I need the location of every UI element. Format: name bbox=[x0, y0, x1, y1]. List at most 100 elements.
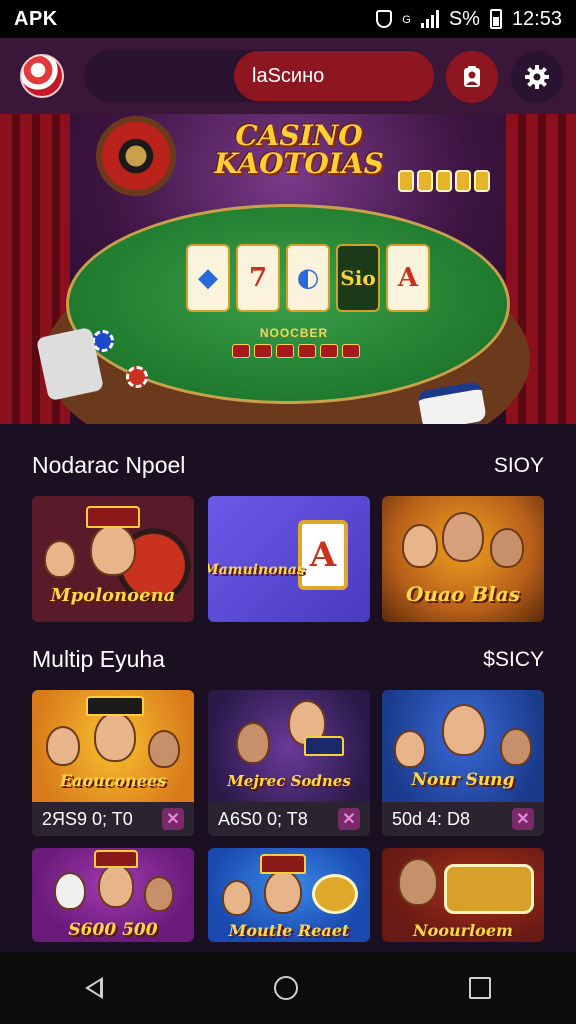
battery-percent: S% bbox=[448, 7, 480, 30]
game-title: Mejrec Sodnes bbox=[227, 772, 351, 790]
search-input[interactable]: lаSсинo bbox=[234, 51, 434, 101]
profile-button[interactable] bbox=[446, 51, 498, 103]
character-face bbox=[442, 512, 484, 562]
character-face bbox=[222, 880, 252, 916]
section-header-2: Multip Eyuha $SICY bbox=[32, 646, 544, 673]
reel-5: A bbox=[386, 244, 430, 312]
character-face bbox=[90, 524, 136, 576]
game-tile[interactable]: Noourloem bbox=[382, 848, 544, 942]
hero-banner[interactable]: CASINO KAOTOIAS ◆ 7 ◐ Sio A NOOCBER bbox=[0, 114, 576, 424]
character-face bbox=[54, 872, 86, 910]
hero-title-line2: KAOTOIAS bbox=[214, 147, 384, 180]
game-art: Eaouconees 2ЯS9 0; T0 ✕ bbox=[32, 690, 194, 836]
recents-icon[interactable] bbox=[468, 977, 491, 999]
game-tile[interactable]: Eaouconees 2ЯS9 0; T0 ✕ bbox=[32, 690, 194, 836]
back-icon[interactable] bbox=[85, 977, 104, 999]
slot-reels: ◆ 7 ◐ Sio A bbox=[186, 244, 430, 312]
character-hat bbox=[94, 850, 138, 868]
reel-4: Sio bbox=[336, 244, 380, 312]
felt-label: NOOCBER bbox=[259, 326, 329, 340]
game-tile-footer: 2ЯS9 0; T0 ✕ bbox=[32, 802, 194, 836]
game-tile[interactable]: Nour Sung 50d 4: D8 ✕ bbox=[382, 690, 544, 836]
reel-4-symbol: Sio bbox=[340, 266, 376, 290]
character-face bbox=[46, 726, 80, 766]
game-title: Nour Sung bbox=[411, 770, 515, 790]
reel-2-symbol: 7 bbox=[248, 263, 268, 293]
gear-icon bbox=[525, 65, 549, 89]
section-title-2: Multip Eyuha bbox=[32, 646, 165, 672]
character-face bbox=[94, 712, 136, 762]
game-title: Mamuinonas bbox=[208, 562, 305, 578]
section-more-link-1[interactable]: SIOY bbox=[494, 454, 544, 478]
game-tile[interactable]: Mejrec Sodnes A6S0 0; T8 ✕ bbox=[208, 690, 370, 836]
section-more-link-2[interactable]: $SICY bbox=[483, 648, 544, 672]
character-face bbox=[264, 870, 302, 914]
character-face bbox=[148, 730, 180, 768]
character-hat bbox=[304, 736, 344, 756]
game-stats: A6S0 0; T8 bbox=[218, 808, 308, 829]
game-title: Noourloem bbox=[413, 921, 513, 940]
game-art: Noourloem bbox=[382, 848, 544, 942]
character-face bbox=[398, 858, 438, 906]
character-face bbox=[144, 876, 174, 912]
reel-2: 7 bbox=[236, 244, 280, 312]
character-hat bbox=[260, 854, 306, 874]
character-face bbox=[442, 704, 486, 756]
character-face bbox=[44, 540, 76, 578]
lantern-logo-icon[interactable] bbox=[20, 54, 64, 98]
section-header-1: Nodarac Npoel SIOY bbox=[32, 452, 544, 479]
game-art: Moutle Reaet bbox=[208, 848, 370, 942]
character-face bbox=[500, 728, 532, 766]
reel-5-symbol: A bbox=[397, 263, 419, 293]
app-header: lаSсинo bbox=[0, 38, 576, 114]
battery-icon bbox=[489, 9, 502, 29]
game-art: Mejrec Sodnes A6S0 0; T8 ✕ bbox=[208, 690, 370, 836]
game-tile[interactable]: Ouao Blas bbox=[382, 496, 544, 622]
game-title: Ouao Blas bbox=[406, 582, 520, 606]
game-art: Mpolonoena bbox=[32, 496, 194, 622]
slot-machine-icon bbox=[444, 864, 534, 914]
status-icons: G S% 12:53 bbox=[376, 8, 562, 31]
game-stats: 2ЯS9 0; T0 bbox=[42, 808, 133, 829]
game-tile-footer: 50d 4: D8 ✕ bbox=[382, 802, 544, 836]
game-art: Ouao Blas bbox=[382, 496, 544, 622]
character-hat bbox=[86, 696, 144, 716]
status-app-label: APK bbox=[14, 7, 58, 30]
slot-card-icon: A bbox=[298, 520, 348, 590]
reel-3: ◐ bbox=[286, 244, 330, 312]
remove-icon[interactable]: ✕ bbox=[512, 808, 534, 830]
game-title: Mpolonoena bbox=[50, 585, 176, 606]
game-tile[interactable]: Moutle Reaet bbox=[208, 848, 370, 942]
game-art: Nour Sung 50d 4: D8 ✕ bbox=[382, 690, 544, 836]
status-time: 12:53 bbox=[511, 7, 562, 30]
character-face bbox=[402, 524, 438, 568]
game-tile[interactable]: S600 500 bbox=[32, 848, 194, 942]
game-tile[interactable]: A Mamuinonas bbox=[208, 496, 370, 622]
character-face bbox=[236, 722, 270, 764]
system-nav-bar bbox=[0, 952, 576, 1024]
slot-drum-icon bbox=[312, 874, 358, 914]
roulette-wheel-icon bbox=[96, 116, 176, 196]
home-icon[interactable] bbox=[273, 976, 298, 1000]
game-tile-footer: A6S0 0; T8 ✕ bbox=[208, 802, 370, 836]
section-title-1: Nodarac Npoel bbox=[32, 452, 186, 478]
settings-button[interactable] bbox=[511, 51, 563, 103]
signal-icon bbox=[420, 10, 439, 28]
hero-title-line1: CASINO bbox=[235, 119, 363, 152]
status-bar: APK G S% 12:53 bbox=[0, 0, 576, 38]
character-face bbox=[490, 528, 524, 568]
game-art: A Mamuinonas bbox=[208, 496, 370, 622]
hero-title: CASINO KAOTOIAS bbox=[214, 122, 384, 178]
search-value: lаSсинo bbox=[252, 64, 325, 87]
game-art: S600 500 bbox=[32, 848, 194, 942]
remove-icon[interactable]: ✕ bbox=[162, 808, 184, 830]
game-stats: 50d 4: D8 bbox=[392, 808, 471, 829]
remove-icon[interactable]: ✕ bbox=[338, 808, 360, 830]
game-tile[interactable]: Mpolonoena bbox=[32, 496, 194, 622]
chip-icon bbox=[126, 366, 148, 388]
game-title: Eaouconees bbox=[59, 771, 167, 790]
character-hat bbox=[86, 506, 140, 528]
profile-icon bbox=[464, 66, 480, 87]
character-face bbox=[98, 864, 134, 908]
chip-stack-icon bbox=[398, 170, 490, 192]
